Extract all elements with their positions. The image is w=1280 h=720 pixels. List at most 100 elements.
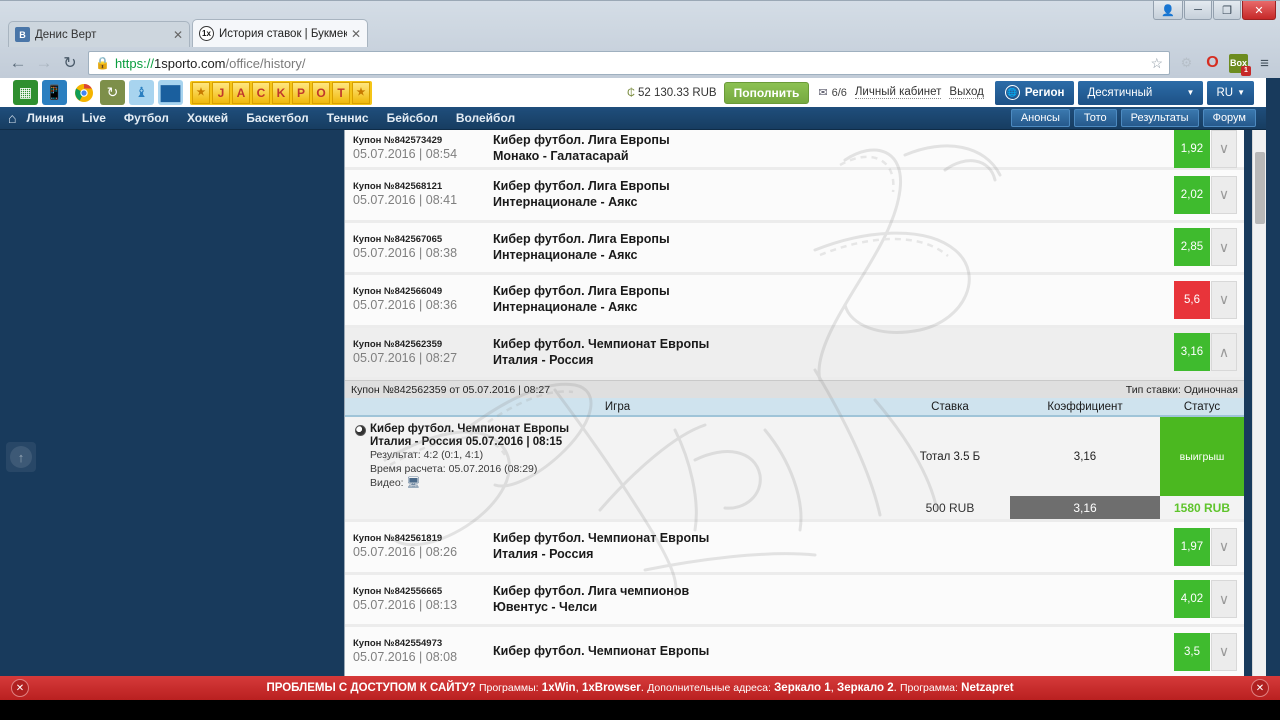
bet-row[interactable]: Купон №842567065 05.07.2016 | 08:38 Кибе… [345, 222, 1244, 275]
currency-icon: ₵ [627, 86, 635, 99]
headset-support-icon[interactable]: ↻ [100, 80, 125, 105]
messages-indicator[interactable]: ✉ 6/6 [818, 86, 847, 100]
footer-spacer [345, 496, 890, 519]
nav-item-forum[interactable]: Форум [1202, 109, 1256, 127]
close-banner-right-icon[interactable]: ✕ [1251, 679, 1269, 697]
coupon-detail-footer: 500 RUB 3,16 1580 RUB [345, 496, 1244, 519]
globe-icon: 🌐 [1004, 85, 1020, 100]
address-bar[interactable]: 🔒 https://1sporto.com/office/history/ ☆ [88, 51, 1170, 75]
close-window-button[interactable]: ✕ [1242, 1, 1276, 20]
account-link[interactable]: Личный кабинет [854, 86, 942, 99]
region-label: Регион [1024, 86, 1065, 99]
chrome-menu-icon[interactable]: ≡ [1255, 54, 1274, 73]
bet-row-meta: Купон №842573429 05.07.2016 | 08:54 [345, 135, 493, 162]
gear-extension-icon[interactable]: ⚙ [1177, 54, 1196, 73]
mobile-app-icon[interactable]: 📱 [42, 80, 67, 105]
coupon-total-stake: 500 RUB [925, 500, 975, 515]
banner-mirror-2[interactable]: Зеркало 2 [837, 682, 894, 694]
tab-close-icon[interactable]: ✕ [173, 28, 183, 42]
logout-link[interactable]: Выход [949, 86, 984, 99]
bet-row[interactable]: Купон №842573429 05.07.2016 | 08:54 Кибе… [345, 130, 1244, 170]
bet-league: Кибер футбол. Лига Европы [493, 133, 670, 147]
page-scrollbar[interactable] [1252, 130, 1266, 676]
opera-extension-icon[interactable]: O [1203, 54, 1222, 73]
bird-icon[interactable]: ♝ [129, 80, 154, 105]
nav-item-toto[interactable]: Тото [1073, 109, 1117, 127]
bet-expand-toggle[interactable]: ∨ [1211, 580, 1237, 619]
chrome-extension-icon[interactable] [71, 80, 96, 105]
bet-expand-toggle[interactable]: ∨ [1211, 228, 1237, 267]
bet-datetime: 05.07.2016 | 08:08 [353, 650, 458, 665]
bet-odd-badge: 4,02 [1174, 580, 1210, 619]
banner-mirror-1[interactable]: Зеркало 1 [774, 682, 831, 694]
nav-item-anonsy[interactable]: Анонсы [1010, 109, 1070, 127]
bookmark-star-icon[interactable]: ☆ [1150, 55, 1163, 72]
nav-item-liniya[interactable]: Линия [26, 111, 63, 125]
bet-datetime: 05.07.2016 | 08:36 [353, 298, 458, 313]
nav-item-hockey[interactable]: Хоккей [187, 111, 228, 125]
bet-row-expanded[interactable]: Купон №842562359 05.07.2016 | 08:27 Кибе… [345, 327, 1244, 380]
jackpot-letter: C [252, 81, 270, 104]
banner-program-1[interactable]: 1xWin [542, 682, 576, 694]
bet-row[interactable]: Купон №842561819 05.07.2016 | 08:26 Кибе… [345, 522, 1244, 575]
monitor-video-icon[interactable]: 🖥 [407, 476, 421, 490]
nav-item-football[interactable]: Футбол [124, 111, 169, 125]
url-host: 1sporto.com [153, 55, 226, 71]
nav-item-results[interactable]: Результаты [1120, 109, 1199, 127]
bet-expand-toggle[interactable]: ∨ [1211, 130, 1237, 168]
nav-item-live[interactable]: Live [82, 111, 106, 125]
bet-collapse-toggle[interactable]: ∧ [1211, 333, 1237, 372]
scroll-to-top-button[interactable]: ↑ [6, 442, 36, 472]
jackpot-letter: O [312, 81, 330, 104]
coupon-detail-panel: Купон №842562359 от 05.07.2016 | 08:27 Т… [345, 380, 1244, 522]
coupon-video-row[interactable]: Видео: 🖥 [355, 476, 890, 490]
nav-item-baseball[interactable]: Бейсбол [387, 111, 438, 125]
vk-favicon-icon: B [15, 27, 30, 42]
topup-button[interactable]: Пополнить [723, 81, 810, 104]
banner-prog-name[interactable]: Netzapret [961, 682, 1013, 694]
browser-tab-1[interactable]: B Денис Верт ✕ [8, 21, 190, 47]
windows-app-icon[interactable]: ▦ [13, 80, 38, 105]
bet-expand-toggle[interactable]: ∨ [1211, 280, 1237, 319]
column-status: Статус [1183, 400, 1221, 413]
banner-program-2[interactable]: 1xBrowser [582, 682, 641, 694]
nav-item-basketball[interactable]: Баскетбол [246, 111, 308, 125]
browser-tab-2[interactable]: 1x История ставок | Букмек ✕ [192, 19, 368, 47]
coupon-league-line: Кибер футбол. Чемпионат Европы [355, 423, 890, 436]
jackpot-banner[interactable]: ★ J A C K P O T ★ [190, 80, 372, 105]
region-selector[interactable]: 🌐 Регион [994, 80, 1075, 105]
bet-row[interactable]: Купон №842554973 05.07.2016 | 08:08 Кибе… [345, 627, 1244, 676]
lock-icon: 🔒 [95, 56, 110, 70]
odds-format-selector[interactable]: Десятичный ▼ [1078, 80, 1204, 105]
home-icon[interactable]: ⌂ [8, 110, 16, 126]
chevron-down-icon: ▼ [1186, 88, 1195, 97]
reload-button-icon[interactable]: ↻ [58, 51, 82, 75]
bet-expand-toggle[interactable]: ∨ [1211, 175, 1237, 214]
minimize-button[interactable]: ─ [1184, 1, 1212, 20]
bet-row[interactable]: Купон №842566049 05.07.2016 | 08:36 Кибе… [345, 275, 1244, 328]
bet-league: Кибер футбол. Лига Европы [493, 284, 670, 299]
bet-league: Кибер футбол. Чемпионат Европы [493, 531, 710, 546]
nav-item-volleyball[interactable]: Волейбол [456, 111, 515, 125]
bet-row[interactable]: Купон №842568121 05.07.2016 | 08:41 Кибе… [345, 170, 1244, 223]
bet-row-event: Кибер футбол. Лига чемпионов Ювентус - Ч… [493, 584, 1174, 615]
forward-button-icon[interactable]: → [32, 51, 56, 75]
box-extension-icon[interactable]: Box 1 [1229, 53, 1251, 76]
nav-item-tennis[interactable]: Теннис [327, 111, 369, 125]
scrollbar-thumb[interactable] [1255, 152, 1265, 224]
close-banner-left-icon[interactable]: ✕ [11, 679, 29, 697]
coupon-detail-title: Купон №842562359 от 05.07.2016 | 08:27 [351, 383, 551, 396]
restore-button[interactable]: ❐ [1213, 1, 1241, 20]
bet-datetime: 05.07.2016 | 08:38 [353, 245, 458, 260]
statistics-icon[interactable]: ██ [158, 80, 183, 105]
user-profile-button[interactable]: 👤 [1153, 1, 1183, 20]
tab-close-icon[interactable]: ✕ [351, 27, 361, 41]
jackpot-letter: P [292, 81, 310, 104]
language-selector[interactable]: RU ▼ [1207, 80, 1254, 105]
back-button-icon[interactable]: ← [6, 51, 30, 75]
screen-root: B Денис Верт ✕ 1x История ставок | Букме… [0, 0, 1280, 720]
bet-row[interactable]: Купон №842556665 05.07.2016 | 08:13 Кибе… [345, 574, 1244, 627]
bet-expand-toggle[interactable]: ∨ [1211, 632, 1237, 671]
access-problem-banner: ✕ ПРОБЛЕМЫ С ДОСТУПОМ К САЙТУ? Программы… [0, 676, 1280, 700]
bet-expand-toggle[interactable]: ∨ [1211, 527, 1237, 566]
